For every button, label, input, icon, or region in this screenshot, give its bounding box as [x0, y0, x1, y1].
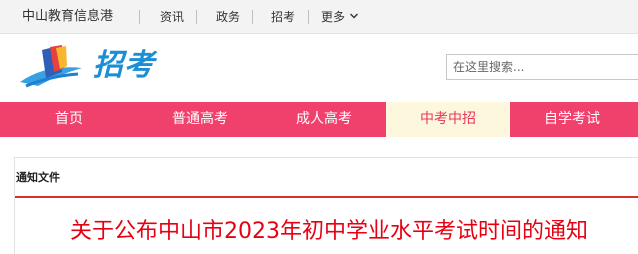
logo-text[interactable]: 招考 — [93, 48, 155, 84]
divider — [139, 10, 140, 24]
tab-self-study-exam[interactable]: 自学考试 — [510, 102, 634, 137]
tab-zhongkao[interactable]: 中考中招 — [386, 102, 510, 137]
site-header: 招考 — [0, 34, 638, 102]
divider — [196, 10, 197, 24]
tab-general-gaokao[interactable]: 普通高考 — [138, 102, 262, 137]
main-nav: 首页 普通高考 成人高考 中考中招 自学考试 — [0, 102, 638, 137]
book-logo-icon[interactable] — [16, 42, 88, 92]
tab-home[interactable]: 首页 — [0, 102, 138, 137]
topbar-link-more[interactable]: 更多 — [321, 10, 345, 24]
notice-panel: 通知文件 关于公布中山市2023年初中学业水平考试时间的通知 — [14, 157, 638, 254]
divider — [308, 10, 309, 24]
search-box — [446, 54, 638, 80]
topbar-link-affairs[interactable]: 政务 — [216, 10, 240, 24]
section-title: 通知文件 — [16, 171, 60, 184]
site-name-link[interactable]: 中山教育信息港 — [22, 9, 113, 25]
top-bar: 中山教育信息港 资讯 政务 招考 更多 — [0, 0, 638, 34]
title-divider — [15, 196, 638, 198]
topbar-link-exams[interactable]: 招考 — [271, 10, 295, 24]
tab-adult-gaokao[interactable]: 成人高考 — [262, 102, 386, 137]
topbar-link-news[interactable]: 资讯 — [160, 10, 184, 24]
chevron-down-icon[interactable] — [349, 11, 359, 21]
divider — [252, 10, 253, 24]
article-title: 关于公布中山市2023年初中学业水平考试时间的通知 — [70, 219, 588, 244]
search-input[interactable] — [447, 55, 638, 79]
